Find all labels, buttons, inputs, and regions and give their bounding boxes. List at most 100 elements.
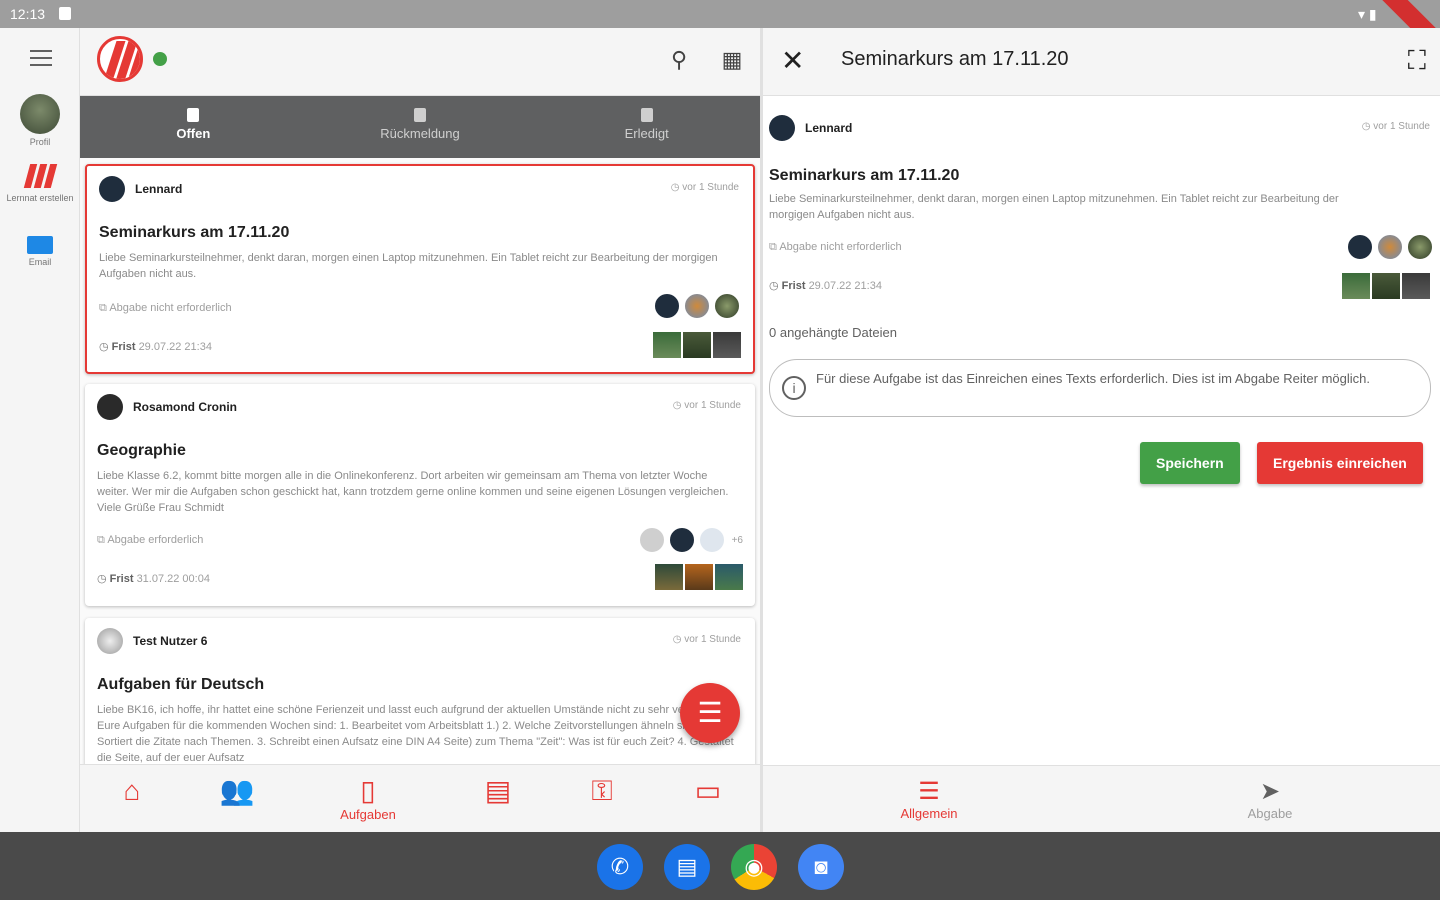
recipient-avatars: +6 xyxy=(637,526,743,554)
messages-app-icon[interactable]: ▤ xyxy=(664,844,710,890)
task-card[interactable]: Lennard vor 1 Stunde Seminarkurs am 17.1… xyxy=(85,164,755,374)
tab-label: Offen xyxy=(176,126,211,141)
rail-item-create[interactable]: Lernnat erstellen xyxy=(0,164,80,203)
tab-label: Rückmeldung xyxy=(380,126,460,141)
detail-card: Lennard vor 1 Stunde Seminarkurs am 17.1… xyxy=(763,105,1440,315)
task-card[interactable]: Rosamond Cronin vor 1 Stunde Geographie … xyxy=(85,384,755,606)
inbox-icon xyxy=(187,108,200,122)
app-logo-icon xyxy=(23,164,57,190)
archive-icon xyxy=(640,108,653,122)
card-header: Lennard xyxy=(99,176,182,202)
tab-label: Allgemein xyxy=(900,806,958,821)
task-title: Seminarkurs am 17.11.20 xyxy=(99,224,290,241)
tab-abgabe[interactable]: ➤ Abgabe xyxy=(1210,778,1330,821)
recipient-avatars xyxy=(653,292,741,320)
nav-calendar[interactable]: ▤ xyxy=(458,775,538,807)
qr-code-icon[interactable]: ▦ xyxy=(718,46,746,74)
hint-text: Für diese Aufgabe ist das Einreichen ein… xyxy=(816,371,1370,386)
clipboard-icon: ▯ xyxy=(360,775,376,806)
fullscreen-icon[interactable]: ⛶ xyxy=(1408,45,1426,77)
task-list-fab[interactable]: ☰ xyxy=(680,683,740,743)
avatar xyxy=(1346,233,1374,261)
task-description: Liebe Seminarkursteilnehmer, denkt daran… xyxy=(99,252,718,280)
deadline-info: Frist 29.07.22 21:34 xyxy=(769,279,882,292)
mail-icon xyxy=(27,236,53,254)
card-header: Lennard xyxy=(769,115,852,141)
chrome-app-icon[interactable]: ◉ xyxy=(731,844,777,890)
deadline-info: Frist 31.07.22 00:04 xyxy=(97,572,210,585)
profile-avatar xyxy=(20,94,60,134)
navigation-rail: Profil Lernnat erstellen Email xyxy=(0,28,80,832)
tab-label: Abgabe xyxy=(1247,806,1293,821)
more-count: +6 xyxy=(731,534,743,546)
author-name: Lennard xyxy=(135,182,183,196)
avatar xyxy=(637,526,666,554)
card-header: Rosamond Cronin xyxy=(97,394,237,420)
rail-item-label: Lernnat erstellen xyxy=(6,193,74,203)
rail-item-label: Profil xyxy=(29,137,51,147)
group-thumbnail xyxy=(1342,273,1370,299)
deadline-value: 29.07.22 21:34 xyxy=(138,341,212,353)
list-icon: ☰ xyxy=(918,778,940,805)
nav-badge[interactable]: ⚿ xyxy=(562,775,642,807)
camera-app-icon[interactable]: ◙ xyxy=(798,844,844,890)
group-thumbnail xyxy=(713,332,741,358)
submission-hint: i Für diese Aufgabe ist das Einreichen e… xyxy=(769,359,1431,417)
attached-files-count: 0 angehängte Dateien xyxy=(769,325,897,340)
close-icon[interactable]: ✕ xyxy=(781,44,804,77)
avatar xyxy=(713,292,741,320)
search-icon[interactable]: ⚲ xyxy=(665,46,693,74)
avatar xyxy=(769,115,795,141)
save-button[interactable]: Speichern xyxy=(1140,442,1240,484)
tab-erledigt[interactable]: Erledigt xyxy=(533,96,760,158)
notification-icon xyxy=(59,7,71,20)
rail-item-email[interactable]: Email xyxy=(0,236,80,267)
deadline-value: 29.07.22 21:34 xyxy=(808,280,882,292)
avatar xyxy=(683,292,711,320)
tab-allgemein[interactable]: ☰ Allgemein xyxy=(869,778,989,821)
tab-label: Erledigt xyxy=(624,126,669,141)
recipient-avatars xyxy=(1346,233,1434,261)
system-taskbar: ✆ ▤ ◉ ◙ xyxy=(0,832,1440,900)
deadline-info: Frist 29.07.22 21:34 xyxy=(99,340,212,353)
rail-item-profile[interactable]: Profil xyxy=(0,94,80,147)
bottom-navigation: ⌂ 👥 ▯ Aufgaben ▤ ⚿ ▭ xyxy=(80,764,760,832)
group-thumbnail xyxy=(715,564,743,590)
author-name: Test Nutzer 6 xyxy=(133,634,208,648)
nav-monitor[interactable]: ▭ xyxy=(668,775,748,807)
task-card[interactable]: Test Nutzer 6 vor 1 Stunde Aufgaben für … xyxy=(85,618,755,764)
send-icon: ➤ xyxy=(1259,778,1281,805)
task-title: Aufgaben für Deutsch xyxy=(97,676,265,693)
deadline-label: Frist xyxy=(111,341,136,353)
time-ago: vor 1 Stunde xyxy=(1362,121,1430,132)
avatar xyxy=(697,526,726,554)
rail-item-label: Email xyxy=(28,257,52,267)
group-thumbnail xyxy=(1402,273,1430,299)
group-thumbnail xyxy=(685,564,713,590)
task-title: Seminarkurs am 17.11.20 xyxy=(769,167,960,184)
deadline-value: 31.07.22 00:04 xyxy=(136,573,210,585)
avatar xyxy=(97,628,123,654)
submit-result-button[interactable]: Ergebnis einreichen xyxy=(1257,442,1423,484)
avatar xyxy=(653,292,681,320)
avatar xyxy=(99,176,125,202)
tab-offen[interactable]: Offen xyxy=(80,96,307,158)
tab-rueckmeldung[interactable]: Rückmeldung xyxy=(307,96,534,158)
nav-people[interactable]: 👥 xyxy=(197,775,277,807)
deadline-label: Frist xyxy=(109,573,134,585)
task-description: Liebe Klasse 6.2, kommt bitte morgen all… xyxy=(97,470,729,514)
nav-aufgaben[interactable]: ▯ Aufgaben xyxy=(328,775,408,822)
task-title: Geographie xyxy=(97,442,186,459)
menu-icon[interactable] xyxy=(30,50,52,71)
time-ago: vor 1 Stunde xyxy=(673,400,741,411)
avatar xyxy=(1376,233,1404,261)
nav-home[interactable]: ⌂ xyxy=(92,775,172,807)
submission-info: Abgabe erforderlich xyxy=(97,534,203,547)
group-thumbnail xyxy=(653,332,681,358)
time-ago: vor 1 Stunde xyxy=(673,634,741,645)
phone-app-icon[interactable]: ✆ xyxy=(597,844,643,890)
info-icon: i xyxy=(782,376,806,400)
group-thumbnail xyxy=(1372,273,1400,299)
avatar xyxy=(97,394,123,420)
detail-header-title: Seminarkurs am 17.11.20 xyxy=(841,48,1069,70)
